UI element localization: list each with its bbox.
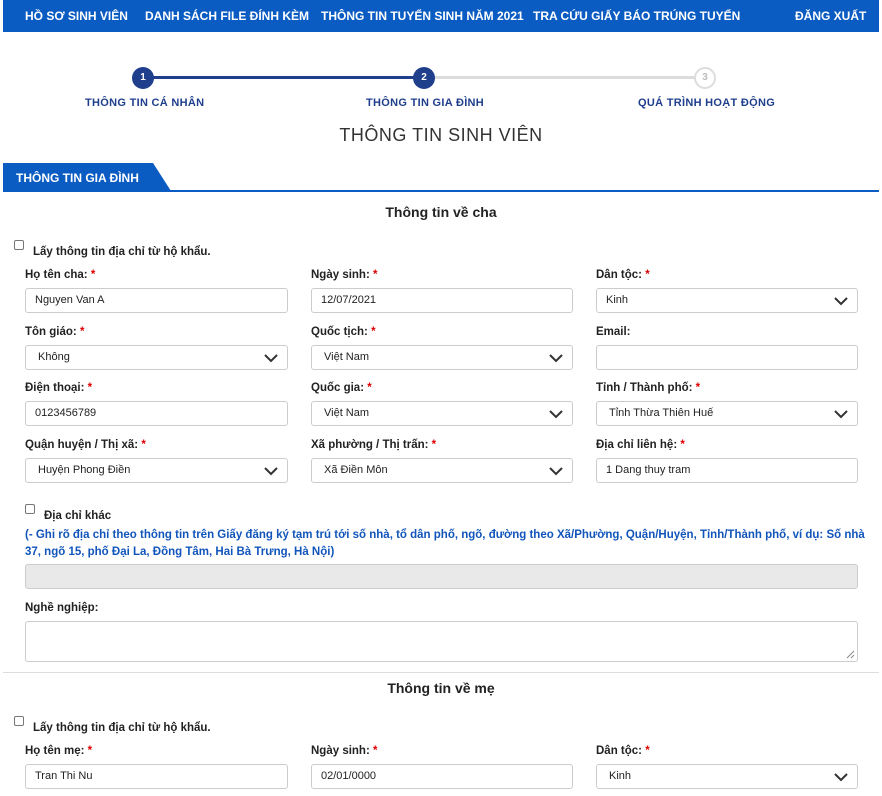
father-dob-label: Ngày sinh: *: [311, 269, 378, 281]
stepper-line-pending: [424, 76, 705, 79]
father-phone-label: Điện thoại: *: [25, 382, 93, 394]
other-address-note: (- Ghi rõ địa chỉ theo thông tin trên Gi…: [25, 529, 865, 558]
section-divider: [3, 672, 879, 673]
father-district-label: Quận huyện / Thị xã: *: [25, 439, 146, 451]
chevron-down-icon: [549, 354, 563, 363]
father-dob-input[interactable]: 12/07/2021: [311, 288, 573, 313]
chevron-down-icon: [834, 773, 848, 782]
section-tab-label: THÔNG TIN GIA ĐÌNH: [16, 171, 139, 185]
father-ward-value: Xã Điền Môn: [324, 464, 388, 476]
resize-grip-icon[interactable]: [845, 649, 855, 659]
father-other-address-label: Địa chỉ khác: [44, 510, 112, 522]
nav-item-admission-info[interactable]: THÔNG TIN TUYỂN SINH NĂM 2021: [321, 9, 524, 23]
chevron-down-icon: [549, 410, 563, 419]
father-ethnicity-select[interactable]: Kinh: [596, 288, 858, 313]
mother-copy-address-label: Lấy thông tin địa chỉ từ hộ khẩu.: [33, 722, 211, 734]
father-district-select[interactable]: Huyện Phong Điền: [25, 458, 288, 483]
step-3-circle[interactable]: 3: [694, 67, 716, 89]
mother-name-input[interactable]: Tran Thi Nu: [25, 764, 288, 789]
top-nav: HỒ SƠ SINH VIÊN DANH SÁCH FILE ĐÍNH KÈM …: [3, 0, 879, 32]
father-province-label: Tỉnh / Thành phố: *: [596, 382, 701, 394]
father-nationality-select[interactable]: Việt Nam: [311, 345, 573, 370]
mother-copy-address-checkbox[interactable]: [14, 716, 24, 726]
father-heading: Thông tin về cha: [385, 204, 497, 220]
section-tab: THÔNG TIN GIA ĐÌNH: [3, 163, 171, 191]
father-country-select[interactable]: Việt Nam: [311, 401, 573, 426]
step-1-label[interactable]: THÔNG TIN CÁ NHÂN: [85, 97, 204, 109]
father-other-address-checkbox[interactable]: [25, 504, 35, 514]
father-other-address-input[interactable]: [25, 564, 858, 589]
step-3-label[interactable]: QUÁ TRÌNH HOẠT ĐỘNG: [638, 97, 775, 109]
father-phone-input[interactable]: 0123456789: [25, 401, 288, 426]
father-province-select[interactable]: Tỉnh Thừa Thiên Huế: [596, 401, 858, 426]
father-country-value: Việt Nam: [324, 407, 370, 419]
chevron-down-icon: [834, 297, 848, 306]
father-copy-address-checkbox[interactable]: [14, 240, 24, 250]
father-copy-address-label: Lấy thông tin địa chỉ từ hộ khẩu.: [33, 246, 211, 258]
chevron-down-icon: [264, 467, 278, 476]
mother-ethnicity-label: Dân tộc: *: [596, 745, 650, 757]
mother-ethnicity-value: Kinh: [609, 770, 632, 782]
father-name-input[interactable]: Nguyen Van A: [25, 288, 288, 313]
father-province-value: Tỉnh Thừa Thiên Huế: [609, 407, 714, 419]
father-ward-label: Xã phường / Thị trấn: *: [311, 439, 437, 451]
page-title: THÔNG TIN SINH VIÊN: [339, 125, 543, 145]
father-nationality-label: Quốc tịch: *: [311, 326, 376, 338]
father-address-input[interactable]: 1 Dang thuy tram: [596, 458, 858, 483]
father-occupation-label: Nghề nghiệp:: [25, 602, 99, 614]
father-email-input[interactable]: [596, 345, 858, 370]
mother-ethnicity-select[interactable]: Kinh: [596, 764, 858, 789]
step-1-circle[interactable]: 1: [132, 67, 154, 89]
father-occupation-textarea[interactable]: [25, 621, 858, 662]
father-district-value: Huyện Phong Điền: [38, 464, 131, 476]
father-religion-select[interactable]: Không: [25, 345, 288, 370]
chevron-down-icon: [834, 410, 848, 419]
mother-heading: Thông tin về mẹ: [387, 680, 495, 696]
nav-item-student-profile[interactable]: HỒ SƠ SINH VIÊN: [25, 9, 128, 23]
nav-item-attached-files[interactable]: DANH SÁCH FILE ĐÍNH KÈM: [145, 9, 309, 23]
mother-dob-label: Ngày sinh: *: [311, 745, 378, 757]
stepper-line-done: [143, 76, 424, 79]
father-address-label: Địa chỉ liên hệ: *: [596, 439, 685, 451]
logout-link[interactable]: ĐĂNG XUẤT: [795, 9, 866, 23]
nav-item-admission-lookup[interactable]: TRA CỨU GIẤY BÁO TRÚNG TUYỂN: [533, 9, 740, 23]
father-ward-select[interactable]: Xã Điền Môn: [311, 458, 573, 483]
father-ethnicity-value: Kinh: [606, 294, 629, 306]
father-religion-value: Không: [38, 351, 70, 363]
father-name-label: Họ tên cha: *: [25, 269, 96, 281]
father-nationality-value: Việt Nam: [324, 351, 370, 363]
step-2-circle[interactable]: 2: [413, 67, 435, 89]
chevron-down-icon: [264, 354, 278, 363]
step-2-label[interactable]: THÔNG TIN GIA ĐÌNH: [366, 97, 484, 109]
father-ethnicity-label: Dân tộc: *: [596, 269, 650, 281]
father-religion-label: Tôn giáo: *: [25, 326, 85, 338]
mother-dob-input[interactable]: 02/01/0000: [311, 764, 573, 789]
chevron-down-icon: [549, 467, 563, 476]
mother-name-label: Họ tên mẹ: *: [25, 745, 93, 757]
father-country-label: Quốc gia: *: [311, 382, 372, 394]
father-email-label: Email:: [596, 326, 631, 338]
